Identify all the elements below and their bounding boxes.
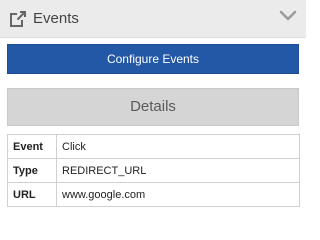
row-value: www.google.com (56, 182, 300, 207)
events-panel-header[interactable]: Events (0, 0, 306, 38)
table-row: Event Click (7, 134, 300, 159)
row-value: Click (56, 134, 300, 159)
open-external-icon (9, 10, 27, 28)
events-panel: Events Configure Events Details Event Cl… (0, 0, 306, 221)
row-value: REDIRECT_URL (56, 158, 300, 183)
table-row: URL www.google.com (7, 182, 300, 207)
configure-events-button[interactable]: Configure Events (7, 44, 299, 74)
row-key: Type (7, 158, 57, 183)
row-key: Event (7, 134, 57, 159)
row-key: URL (7, 182, 57, 207)
table-row: Type REDIRECT_URL (7, 158, 300, 183)
details-section-header: Details (7, 88, 299, 126)
chevron-down-icon[interactable] (279, 9, 297, 23)
details-table: Event Click Type REDIRECT_URL URL www.go… (7, 134, 300, 207)
panel-title: Events (33, 10, 79, 27)
